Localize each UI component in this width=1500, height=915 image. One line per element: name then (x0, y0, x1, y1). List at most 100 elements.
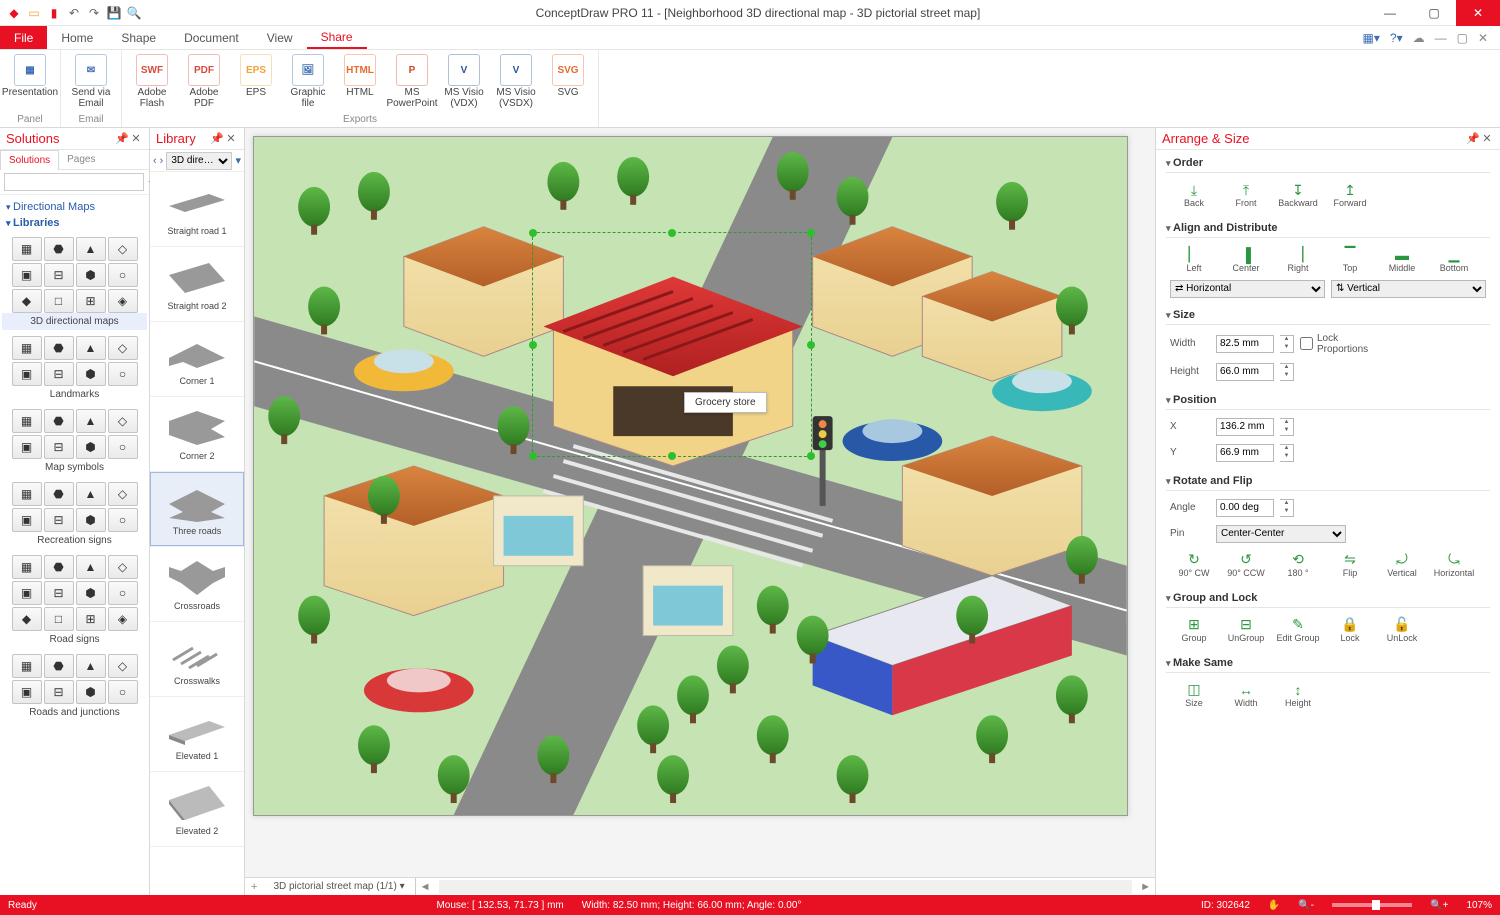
tree-node[interactable]: Directional Maps (6, 199, 143, 215)
stencil-icon[interactable]: ⊟ (44, 263, 74, 287)
stencil-icon[interactable]: ◇ (108, 482, 138, 506)
new-icon[interactable]: ▭ (26, 5, 42, 21)
library-item[interactable]: Corner 2 (150, 397, 244, 472)
stencil-icon[interactable]: ⬢ (76, 508, 106, 532)
pin-icon[interactable]: 📌 (210, 132, 224, 145)
arrange-button[interactable]: ▕Right (1274, 244, 1322, 276)
arrange-button[interactable]: ⟲180 ° (1274, 549, 1322, 581)
arrange-button[interactable]: 🔒Lock (1326, 614, 1374, 646)
stencil-icon[interactable]: ◈ (108, 607, 138, 631)
stencil-icon[interactable]: ⬢ (76, 263, 106, 287)
pan-icon[interactable]: ✋ (1268, 900, 1280, 911)
width-input[interactable] (1216, 335, 1274, 353)
stencil-icon[interactable]: ○ (108, 680, 138, 704)
arrange-button[interactable]: ↻90° CW (1170, 549, 1218, 581)
scroll-left-icon[interactable]: ◄ (416, 881, 435, 893)
stencil-icon[interactable]: ▣ (12, 680, 42, 704)
arrange-button[interactable]: ⊟UnGroup (1222, 614, 1270, 646)
zoom-slider[interactable] (1332, 903, 1412, 907)
tab-shape[interactable]: Shape (107, 26, 170, 49)
doc-max-icon[interactable]: ▢ (1457, 31, 1468, 45)
arrange-button[interactable]: 🔓UnLock (1378, 614, 1426, 646)
stencil-icon[interactable]: ▣ (12, 508, 42, 532)
stencil-icon[interactable]: ⬢ (76, 680, 106, 704)
stencil-icon[interactable]: ◆ (12, 607, 42, 631)
close-icon[interactable]: ✕ (224, 132, 238, 145)
stencil-icon[interactable]: ▲ (76, 336, 106, 360)
library-item[interactable]: Straight road 1 (150, 172, 244, 247)
spinner[interactable]: ▲▼ (1280, 499, 1294, 517)
stencil-icon[interactable]: ▦ (12, 555, 42, 579)
stencil-icon[interactable]: □ (44, 289, 74, 313)
library-item[interactable]: Elevated 1 (150, 697, 244, 772)
next-icon[interactable]: › (160, 155, 164, 167)
save-icon[interactable]: 💾 (106, 5, 122, 21)
spinner[interactable]: ▲▼ (1280, 418, 1294, 436)
stencil-icon[interactable]: ⊟ (44, 680, 74, 704)
distribute-v-select[interactable]: ⇅ Vertical (1331, 280, 1486, 298)
redo-icon[interactable]: ↷ (86, 5, 102, 21)
stencil-icon[interactable]: ▦ (12, 482, 42, 506)
distribute-h-select[interactable]: ⇄ Horizontal (1170, 280, 1325, 298)
stencil-icon[interactable]: ▲ (76, 482, 106, 506)
stencil-icon[interactable]: ◇ (108, 237, 138, 261)
ribbon-button[interactable]: PDFAdobe PDF (178, 52, 230, 112)
help-icon[interactable]: ?▾ (1390, 31, 1403, 45)
stencil-icon[interactable]: ▦ (12, 409, 42, 433)
ribbon-button[interactable]: SWFAdobe Flash (126, 52, 178, 112)
stencil-icon[interactable]: ○ (108, 581, 138, 605)
arrange-button[interactable]: ⊞Group (1170, 614, 1218, 646)
stencil-icon[interactable]: ⊟ (44, 508, 74, 532)
library-list[interactable]: Straight road 1Straight road 2Corner 1Co… (150, 172, 244, 895)
stencil-icon[interactable]: ○ (108, 508, 138, 532)
document-tab[interactable]: 3D pictorial street map (1/1) ▾ (263, 878, 415, 895)
tab-share[interactable]: Share (307, 26, 367, 49)
close-button[interactable]: ✕ (1456, 0, 1500, 26)
arrange-button[interactable]: ↥Forward (1326, 179, 1374, 211)
library-item[interactable]: Crossroads (150, 547, 244, 622)
tab-view[interactable]: View (253, 26, 307, 49)
undo-icon[interactable]: ↶ (66, 5, 82, 21)
tab-home[interactable]: Home (47, 26, 107, 49)
library-dropdown[interactable]: 3D dire… (166, 152, 232, 170)
arrange-button[interactable]: ▐Center (1222, 244, 1270, 276)
stencil-icon[interactable]: ⬣ (44, 237, 74, 261)
stencil-icon[interactable]: ⬣ (44, 654, 74, 678)
menu-icon[interactable]: ▾ (235, 154, 241, 167)
height-input[interactable] (1216, 363, 1274, 381)
stencil-icon[interactable]: ▲ (76, 654, 106, 678)
stencil-icon[interactable]: ⊞ (76, 607, 106, 631)
spinner[interactable]: ▲▼ (1280, 335, 1294, 353)
ribbon-button[interactable]: SVGSVG (542, 52, 594, 112)
stencil-icon[interactable]: ⬢ (76, 362, 106, 386)
arrange-button[interactable]: ▔Top (1326, 244, 1374, 276)
pin-icon[interactable]: 📌 (115, 132, 129, 145)
stencil-icon[interactable]: ◆ (12, 289, 42, 313)
ribbon-button[interactable]: 🖼Graphic file (282, 52, 334, 112)
stencil-icon[interactable]: ⊟ (44, 581, 74, 605)
close-icon[interactable]: ✕ (129, 132, 143, 145)
stencil-icon[interactable]: ▲ (76, 409, 106, 433)
pin-select[interactable]: Center-Center (1216, 525, 1346, 543)
stencil-icon[interactable]: ○ (108, 362, 138, 386)
tab-document[interactable]: Document (170, 26, 253, 49)
pin-icon[interactable]: 📌 (1466, 132, 1480, 145)
selection-box[interactable] (532, 232, 812, 457)
stencil-icon[interactable]: ▣ (12, 362, 42, 386)
add-page-icon[interactable]: + (245, 881, 263, 893)
solution-group[interactable]: ▦⬣▲◇▣⊟⬢○Recreation signs (2, 482, 147, 549)
solution-group[interactable]: ▦⬣▲◇▣⊟⬢○Map symbols (2, 409, 147, 476)
canvas-viewport[interactable]: Grocery store (245, 128, 1155, 877)
minimize-button[interactable]: — (1368, 0, 1412, 26)
stencil-icon[interactable]: ▣ (12, 581, 42, 605)
drawing-canvas[interactable]: Grocery store (253, 136, 1128, 816)
stencil-icon[interactable]: ◇ (108, 654, 138, 678)
solution-group[interactable]: ▦⬣▲◇▣⊟⬢○◆□⊞◈3D directional maps (2, 237, 147, 330)
stencil-icon[interactable]: ⊟ (44, 362, 74, 386)
angle-input[interactable] (1216, 499, 1274, 517)
solution-group[interactable]: ▦⬣▲◇▣⊟⬢○◆□⊞◈Road signs (2, 555, 147, 648)
stencil-icon[interactable]: ▣ (12, 435, 42, 459)
stencil-icon[interactable]: ▦ (12, 654, 42, 678)
ribbon-button[interactable]: ✉Send via Email (65, 52, 117, 112)
library-item[interactable]: Crosswalks (150, 622, 244, 697)
